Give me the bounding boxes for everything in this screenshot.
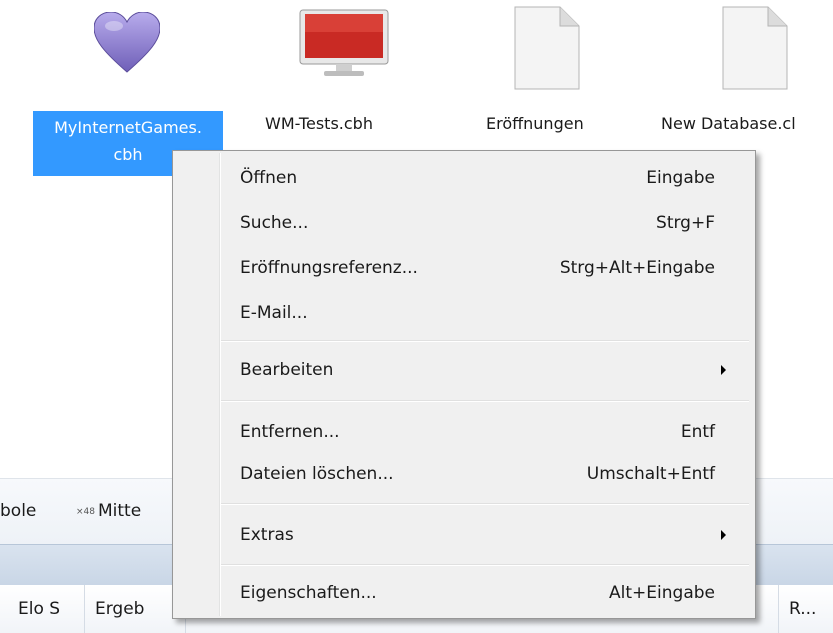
menu-separator: [221, 400, 749, 402]
menu-item-dateien-loeschen[interactable]: Dateien löschen... Umschalt+Entf: [173, 454, 755, 494]
menu-item-label: Eigenschaften...: [240, 583, 377, 603]
menu-item-shortcut: Strg+F: [656, 213, 715, 233]
file-icon: [514, 6, 580, 90]
column-header-r[interactable]: R...: [778, 585, 833, 633]
submenu-arrow-icon: [721, 530, 726, 540]
menu-item-label: Bearbeiten: [240, 360, 334, 380]
menu-separator: [221, 503, 749, 505]
menu-item-bearbeiten[interactable]: Bearbeiten: [173, 350, 755, 390]
menu-separator: [221, 340, 749, 342]
menu-item-label: Extras: [240, 525, 294, 545]
file-icon: [722, 6, 788, 90]
menu-item-label: Dateien löschen...: [240, 464, 394, 484]
menu-item-email[interactable]: E-Mail...: [173, 293, 755, 333]
icon-label: WM-Tests.cbh: [265, 114, 373, 133]
icon-label: Eröffnungen: [486, 114, 584, 133]
menu-item-shortcut: Strg+Alt+Eingabe: [559, 258, 715, 278]
menu-item-eroeffnungsreferenz[interactable]: Eröffnungsreferenz... Strg+Alt+Eingabe: [173, 248, 755, 288]
menu-item-label: Eröffnungsreferenz...: [240, 258, 418, 278]
menu-item-shortcut: Eingabe: [646, 168, 715, 188]
toolbar-superscript: ×48: [76, 507, 95, 517]
toolbar-item[interactable]: bole: [0, 501, 36, 521]
icon-label: New Database.cl: [661, 114, 796, 133]
monitor-icon: [299, 9, 389, 76]
menu-item-label: Öffnen: [240, 168, 298, 188]
menu-item-extras[interactable]: Extras: [173, 515, 755, 555]
menu-item-shortcut: Umschalt+Entf: [586, 464, 715, 484]
menu-item-oeffnen[interactable]: Öffnen Eingabe: [173, 158, 755, 198]
menu-item-label: Entfernen...: [240, 422, 340, 442]
submenu-arrow-icon: [721, 365, 726, 375]
menu-item-eigenschaften[interactable]: Eigenschaften... Alt+Eingabe: [173, 573, 755, 613]
menu-item-suche[interactable]: Suche... Strg+F: [173, 203, 755, 243]
column-header-elo[interactable]: Elo S: [8, 585, 85, 633]
menu-item-label: Suche...: [240, 213, 309, 233]
menu-item-shortcut: Alt+Eingabe: [609, 583, 715, 603]
column-header-ergebnis[interactable]: Ergeb: [85, 585, 186, 633]
menu-item-entfernen[interactable]: Entfernen... Entf: [173, 412, 755, 452]
menu-item-shortcut: Entf: [680, 422, 715, 442]
context-menu: Öffnen Eingabe Suche... Strg+F Eröffnung…: [172, 150, 756, 619]
toolbar-item[interactable]: Mitte: [98, 501, 141, 521]
menu-item-label: E-Mail...: [240, 303, 308, 323]
heart-icon: [94, 12, 160, 73]
menu-separator: [221, 564, 749, 566]
label-line1: MyInternetGames.: [54, 118, 202, 137]
